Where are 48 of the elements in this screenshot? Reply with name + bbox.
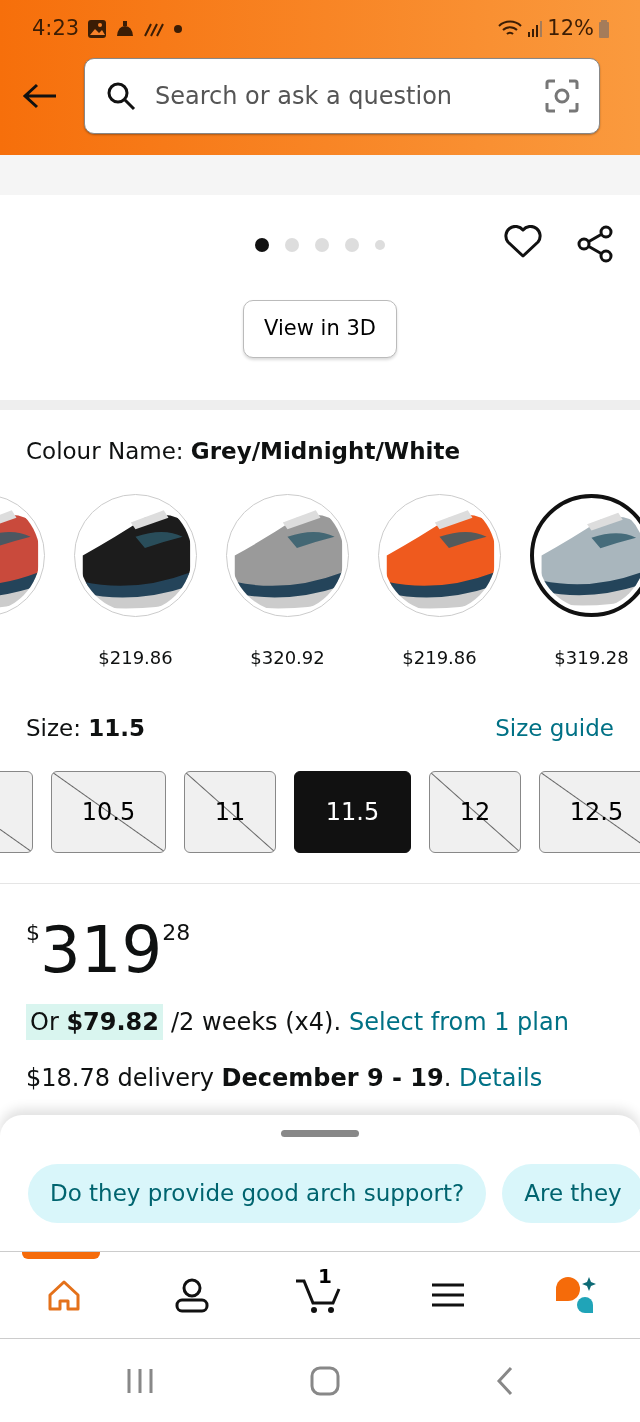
installment-period: /2 weeks (x4). bbox=[171, 1007, 342, 1038]
size-option[interactable]: 12 bbox=[429, 771, 521, 853]
battery-icon bbox=[598, 20, 610, 38]
size-label: Size: 11.5 bbox=[26, 713, 146, 743]
view-3d-button[interactable]: View in 3D bbox=[243, 300, 397, 358]
swatch-price: $320.92 bbox=[249, 645, 326, 670]
signal-icon bbox=[527, 20, 544, 38]
plan-link[interactable]: Select from 1 plan bbox=[349, 1004, 569, 1040]
swatch-price: $219.86 bbox=[97, 645, 174, 670]
recent-apps-icon[interactable] bbox=[125, 1366, 156, 1395]
home-nav-icon[interactable] bbox=[310, 1365, 340, 1396]
colour-name: Colour Name: Grey/Midnight/White bbox=[26, 437, 462, 466]
carousel-dot[interactable] bbox=[285, 238, 299, 252]
dot-icon bbox=[173, 24, 184, 34]
cart-count: 1 bbox=[318, 1265, 332, 1286]
question-chip[interactable]: Are they bbox=[502, 1164, 640, 1223]
chat-bubbles-icon bbox=[554, 1274, 598, 1315]
size-option[interactable]: 10.5 bbox=[51, 771, 166, 853]
menu-icon bbox=[431, 1281, 465, 1308]
search-field[interactable]: Search or ask a question bbox=[84, 58, 600, 134]
search-icon bbox=[105, 80, 137, 112]
details-link[interactable]: Details bbox=[459, 1064, 543, 1092]
size-option[interactable]: 12.5 bbox=[539, 771, 640, 853]
back-nav-icon[interactable] bbox=[494, 1365, 515, 1396]
share-icon[interactable] bbox=[576, 225, 614, 263]
carousel-dot[interactable] bbox=[255, 238, 269, 252]
search-input[interactable]: Search or ask a question bbox=[153, 77, 529, 115]
notification-icon bbox=[115, 20, 136, 38]
installment-amount: Or $79.82 bbox=[26, 1004, 163, 1040]
battery-percentage: 12% bbox=[547, 15, 594, 43]
swatch-price: $219.86 bbox=[401, 645, 478, 670]
size-option[interactable]: 11 bbox=[184, 771, 276, 853]
size-option[interactable]: 11.5 bbox=[294, 771, 411, 853]
carousel-dot[interactable] bbox=[315, 238, 329, 252]
swatch-price: $319.28 bbox=[553, 645, 630, 670]
back-arrow-icon[interactable] bbox=[22, 82, 58, 110]
person-icon bbox=[174, 1276, 210, 1313]
size-guide-link[interactable]: Size guide bbox=[495, 710, 614, 745]
carousel-dot[interactable] bbox=[345, 238, 359, 252]
nav-tab[interactable]: 1 bbox=[256, 1251, 384, 1338]
camera-icon[interactable] bbox=[545, 79, 579, 113]
status-time: 4:23 bbox=[32, 15, 80, 43]
delivery-info: $18.78 delivery December 9 - 19. Details bbox=[25, 1063, 544, 1094]
question-chip[interactable]: Do they provide good arch support? bbox=[28, 1164, 487, 1223]
carousel-dot[interactable] bbox=[375, 240, 385, 250]
gallery-icon bbox=[87, 19, 108, 39]
heart-icon[interactable] bbox=[504, 225, 542, 259]
sheet-handle[interactable] bbox=[281, 1130, 359, 1137]
